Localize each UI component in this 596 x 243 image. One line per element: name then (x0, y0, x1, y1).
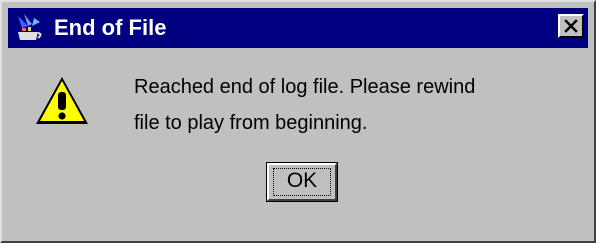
ok-button-label: OK (286, 169, 318, 192)
close-icon (564, 19, 578, 33)
warning-icon (32, 72, 92, 130)
title-bar[interactable]: End of File (8, 8, 588, 48)
message-line-1: Reached end of log file. Please rewind (134, 76, 476, 98)
end-of-file-dialog: End of File Reached end of log file. Ple… (0, 0, 596, 243)
ok-button[interactable]: OK (266, 162, 338, 202)
close-button[interactable] (558, 14, 584, 38)
message-line-2: file to play from beginning. (134, 112, 368, 134)
java-coffee-cup-icon (12, 12, 46, 44)
window-title: End of File (54, 15, 167, 40)
message-text: Reached end of log file. Please rewind f… (134, 69, 574, 141)
